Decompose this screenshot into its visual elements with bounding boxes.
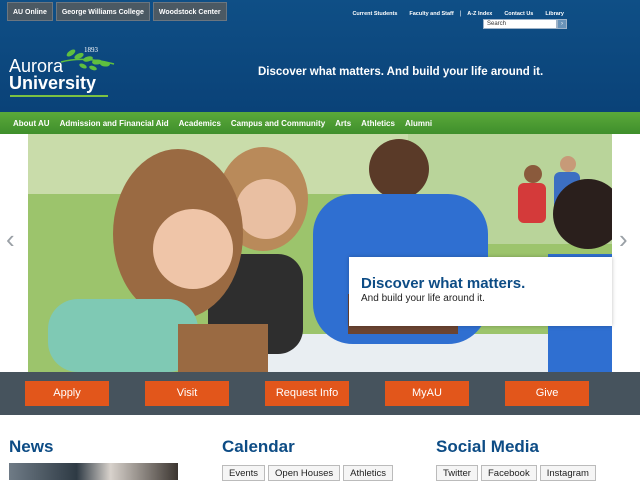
apply-button[interactable]: Apply <box>25 381 109 406</box>
visit-button[interactable]: Visit <box>145 381 229 406</box>
hero-callout-title: Discover what matters. <box>361 275 526 292</box>
tab-twitter[interactable]: Twitter <box>436 465 478 481</box>
tab-athletics[interactable]: Athletics <box>343 465 394 481</box>
logo-university[interactable]: University <box>9 74 96 92</box>
social-media-heading: Social Media <box>436 437 539 456</box>
logo-underline <box>10 95 108 97</box>
utility-link-library[interactable]: Library <box>539 11 570 17</box>
social-tabs: Twitter Facebook Instagram <box>436 465 596 481</box>
carousel-prev-icon[interactable]: ‹ <box>6 224 15 255</box>
campus-tabs: AU Online George Williams College Woodst… <box>7 2 227 21</box>
students-photo <box>28 134 612 372</box>
utility-link-faculty-staff[interactable]: Faculty and Staff <box>403 11 459 17</box>
tab-events[interactable]: Events <box>222 465 266 481</box>
nav-item-athletics[interactable]: Athletics <box>356 119 400 128</box>
utility-links: Current Students Faculty and Staff | A-Z… <box>346 11 570 17</box>
calendar-heading: Calendar <box>222 437 295 456</box>
campus-tab-woodstock[interactable]: Woodstock Center <box>152 2 227 21</box>
nav-item-about[interactable]: About AU <box>8 119 55 128</box>
header-tagline: Discover what matters. And build your li… <box>258 66 544 78</box>
hero-image <box>28 134 612 372</box>
tab-facebook[interactable]: Facebook <box>480 465 537 481</box>
logo-year: 1893 <box>84 46 98 54</box>
tab-open-houses[interactable]: Open Houses <box>268 465 341 481</box>
give-button[interactable]: Give <box>505 381 589 406</box>
campus-tab-george-williams[interactable]: George Williams College <box>55 2 150 21</box>
hero-callout-subtitle: And build your life around it. <box>361 293 485 304</box>
nav-item-alumni[interactable]: Alumni <box>400 119 437 128</box>
news-image[interactable] <box>9 463 178 480</box>
tab-instagram[interactable]: Instagram <box>539 465 596 481</box>
hero-callout: Discover what matters. And build your li… <box>349 257 612 326</box>
utility-link-az-index[interactable]: A-Z Index <box>461 11 498 17</box>
nav-item-arts[interactable]: Arts <box>330 119 356 128</box>
myau-button[interactable]: MyAU <box>385 381 469 406</box>
request-info-button[interactable]: Request Info <box>265 381 349 406</box>
utility-link-contact[interactable]: Contact Us <box>498 11 539 17</box>
search-icon: › <box>561 21 563 27</box>
utility-link-current-students[interactable]: Current Students <box>346 11 403 17</box>
calendar-tabs: Events Open Houses Athletics <box>222 465 394 481</box>
carousel-next-icon[interactable]: › <box>619 224 628 255</box>
nav-item-admission[interactable]: Admission and Financial Aid <box>55 119 174 128</box>
campus-tab-au-online[interactable]: AU Online <box>7 2 53 21</box>
search-input[interactable]: Search <box>483 19 557 29</box>
nav-item-academics[interactable]: Academics <box>174 119 226 128</box>
news-heading: News <box>9 437 54 456</box>
main-nav: About AU Admission and Financial Aid Aca… <box>0 112 640 134</box>
nav-item-campus[interactable]: Campus and Community <box>226 119 330 128</box>
search-button[interactable]: › <box>557 19 567 29</box>
